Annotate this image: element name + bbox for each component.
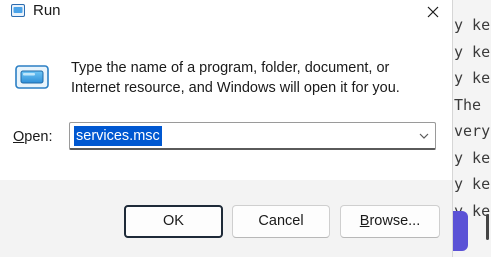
browse-label-mnemonic: B bbox=[359, 213, 370, 229]
run-icon bbox=[11, 4, 25, 17]
background-text: y ke y ke y ke The very y ke y ke y ke bbox=[454, 12, 490, 224]
browse-label-rest: rowse... bbox=[369, 213, 421, 229]
title-bar: Run bbox=[0, 0, 452, 26]
browse-button[interactable]: Browse... bbox=[340, 205, 440, 238]
background-text-line: very bbox=[454, 122, 491, 140]
background-button bbox=[452, 211, 468, 251]
dialog-content: Type the name of a program, folder, docu… bbox=[0, 26, 452, 180]
window-title: Run bbox=[33, 2, 61, 19]
background-text-line: y ke bbox=[454, 148, 491, 167]
open-input[interactable]: services.msc bbox=[74, 126, 162, 146]
open-label: Open: bbox=[13, 129, 53, 145]
open-label-mnemonic: O bbox=[13, 129, 25, 145]
close-button[interactable] bbox=[418, 0, 448, 24]
run-description: Type the name of a program, folder, docu… bbox=[71, 60, 400, 96]
background-text-line: y ke bbox=[454, 16, 491, 34]
close-icon bbox=[427, 6, 439, 18]
chevron-down-icon[interactable] bbox=[417, 129, 431, 143]
run-icon bbox=[15, 65, 49, 89]
open-label-rest: pen: bbox=[24, 129, 53, 145]
open-combobox[interactable]: services.msc bbox=[69, 122, 436, 150]
dialog-footer: OK Cancel Browse... bbox=[0, 180, 452, 257]
background-text-line: The bbox=[454, 95, 482, 114]
ok-button[interactable]: OK bbox=[124, 205, 223, 238]
background-text-line: y ke bbox=[454, 42, 491, 61]
background-text-line: y ke bbox=[454, 175, 491, 193]
cancel-button[interactable]: Cancel bbox=[232, 205, 330, 238]
background-text-line: y ke bbox=[454, 69, 491, 87]
run-dialog: Run Type the name of a program, folder, … bbox=[0, 0, 453, 257]
background-scrollbar bbox=[486, 214, 489, 240]
